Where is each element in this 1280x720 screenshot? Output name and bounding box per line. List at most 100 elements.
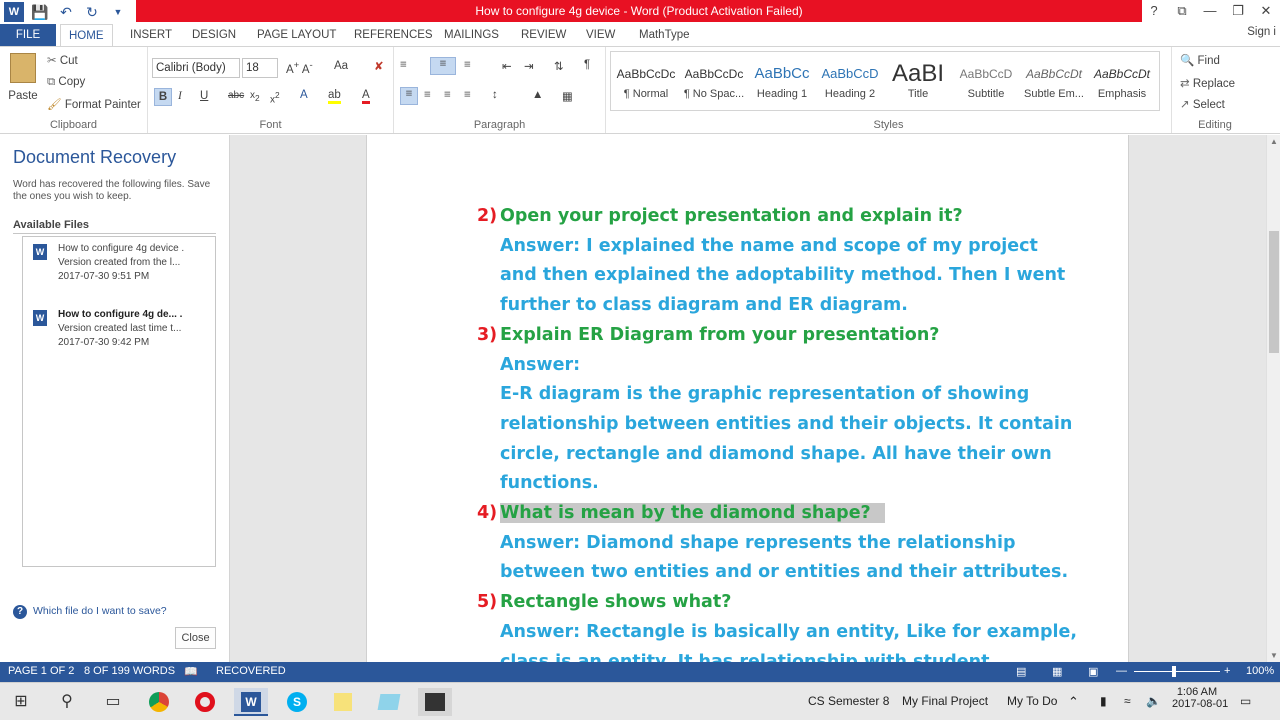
- page-count[interactable]: PAGE 1 OF 2: [8, 665, 74, 677]
- undo-icon[interactable]: ↶: [56, 2, 76, 22]
- replace-button[interactable]: ⇄ Replace: [1180, 76, 1235, 90]
- decrease-indent-icon[interactable]: ⇤: [502, 59, 512, 73]
- highlight-icon[interactable]: ab: [328, 89, 341, 104]
- recovered-file-item[interactable]: W How to configure 4g de... . Version cr…: [31, 307, 211, 357]
- font-color-icon[interactable]: A: [362, 89, 370, 104]
- word-taskbar-icon[interactable]: W: [234, 688, 268, 716]
- restore-button[interactable]: ❐: [1224, 0, 1252, 22]
- recovered-file-item[interactable]: W How to configure 4g device . Version c…: [31, 241, 211, 291]
- increase-indent-icon[interactable]: ⇥: [524, 59, 534, 73]
- app-icon[interactable]: [372, 688, 406, 716]
- toolbar-cs-semester[interactable]: CS Semester 8: [808, 694, 889, 708]
- select-button[interactable]: ↗ Select: [1180, 97, 1225, 111]
- notifications-icon[interactable]: ▭: [1240, 694, 1251, 708]
- scroll-up-icon[interactable]: ▲: [1267, 137, 1280, 146]
- copy-button[interactable]: ⧉ Copy: [47, 76, 85, 89]
- vertical-scrollbar[interactable]: ▲ ▼: [1266, 135, 1280, 662]
- zoom-in-icon[interactable]: +: [1224, 665, 1230, 677]
- tab-file[interactable]: FILE: [0, 24, 56, 46]
- numbering-icon[interactable]: ≡: [430, 57, 456, 75]
- zoom-level[interactable]: 100%: [1246, 665, 1274, 677]
- style-title[interactable]: AaBI Title: [885, 60, 951, 116]
- tab-design[interactable]: DESIGN: [184, 24, 244, 46]
- align-center-icon[interactable]: ≡: [424, 89, 431, 101]
- format-painter-button[interactable]: 🖌 Format Painter: [47, 97, 141, 111]
- justify-icon[interactable]: ≡: [464, 89, 471, 101]
- font-size-select[interactable]: 18: [242, 58, 278, 78]
- tab-view[interactable]: VIEW: [578, 24, 623, 46]
- search-icon[interactable]: ⚲: [50, 688, 84, 716]
- underline-icon[interactable]: U: [200, 90, 208, 102]
- task-view-icon[interactable]: ▭: [96, 688, 130, 716]
- subscript-icon[interactable]: x2: [250, 90, 260, 103]
- close-button[interactable]: ✕: [1252, 0, 1280, 22]
- style-emphasis[interactable]: AaBbCcDt Emphasis: [1089, 60, 1155, 116]
- style-heading-2[interactable]: AaBbCcD Heading 2: [817, 60, 883, 116]
- scroll-thumb[interactable]: [1269, 231, 1279, 353]
- video-editor-icon[interactable]: [418, 688, 452, 716]
- borders-icon[interactable]: ▦: [562, 89, 573, 103]
- bullets-icon[interactable]: ≡: [400, 59, 407, 71]
- redo-icon[interactable]: ↻: [82, 2, 102, 22]
- read-mode-icon[interactable]: ▤: [1016, 665, 1026, 678]
- font-family-select[interactable]: Calibri (Body): [152, 58, 240, 78]
- tab-references[interactable]: REFERENCES: [346, 24, 441, 46]
- find-button[interactable]: 🔍 Find: [1180, 53, 1220, 67]
- tab-insert[interactable]: INSERT: [122, 24, 180, 46]
- zoom-slider-thumb[interactable]: [1172, 666, 1176, 677]
- close-recovery-button[interactable]: Close: [175, 627, 216, 649]
- toolbar-my-final-project[interactable]: My Final Project: [902, 694, 988, 708]
- help-icon[interactable]: ?: [1140, 0, 1168, 22]
- tab-review[interactable]: REVIEW: [513, 24, 574, 46]
- style-no-spacing[interactable]: AaBbCcDc ¶ No Spac...: [681, 60, 747, 116]
- volume-icon[interactable]: 🔈: [1146, 694, 1161, 708]
- paste-button[interactable]: Paste: [6, 53, 40, 102]
- text-effects-icon[interactable]: A: [300, 89, 308, 101]
- cut-button[interactable]: ✂ Cut: [47, 53, 78, 67]
- clock[interactable]: 1:06 AM 2017-08-01: [1172, 686, 1228, 710]
- proofing-icon[interactable]: 📖: [184, 665, 198, 678]
- chrome-icon[interactable]: [142, 688, 176, 716]
- help-link[interactable]: ? Which file do I want to save?: [13, 605, 167, 619]
- opera-icon[interactable]: [188, 688, 222, 716]
- style-normal[interactable]: AaBbCcDc ¶ Normal: [613, 60, 679, 116]
- zoom-slider[interactable]: [1134, 671, 1220, 672]
- style-subtle-emphasis[interactable]: AaBbCcDt Subtle Em...: [1021, 60, 1087, 116]
- sort-icon[interactable]: ⇅: [554, 59, 564, 73]
- clear-formatting-icon[interactable]: ✘: [374, 59, 384, 73]
- bold-icon[interactable]: B: [154, 88, 172, 106]
- toolbar-my-to-do[interactable]: My To Do: [1007, 694, 1057, 708]
- multilevel-list-icon[interactable]: ≡: [464, 59, 471, 71]
- print-layout-icon[interactable]: ▦: [1052, 665, 1062, 678]
- align-left-icon[interactable]: ≡: [400, 87, 418, 105]
- web-layout-icon[interactable]: ▣: [1088, 665, 1098, 678]
- tab-mailings[interactable]: MAILINGS: [436, 24, 507, 46]
- line-spacing-icon[interactable]: ↕: [492, 89, 498, 101]
- skype-icon[interactable]: S: [280, 688, 314, 716]
- sticky-notes-icon[interactable]: [326, 688, 360, 716]
- minimize-button[interactable]: —: [1196, 0, 1224, 22]
- italic-icon[interactable]: I: [178, 90, 182, 102]
- word-count[interactable]: 8 OF 199 WORDS: [84, 665, 175, 677]
- battery-icon[interactable]: ▮: [1100, 694, 1107, 708]
- align-right-icon[interactable]: ≡: [444, 89, 451, 101]
- superscript-icon[interactable]: x2: [270, 90, 280, 105]
- tab-page-layout[interactable]: PAGE LAYOUT: [249, 24, 344, 46]
- save-icon[interactable]: 💾: [30, 2, 50, 22]
- ribbon-display-icon[interactable]: ⧉: [1168, 0, 1196, 22]
- tab-home[interactable]: HOME: [60, 24, 113, 46]
- start-icon[interactable]: ⊞: [4, 688, 38, 716]
- tab-mathtype[interactable]: MathType: [631, 24, 698, 46]
- style-subtitle[interactable]: AaBbCcD Subtitle: [953, 60, 1019, 116]
- scroll-down-icon[interactable]: ▼: [1267, 651, 1280, 660]
- customize-qat-icon[interactable]: ▼: [108, 2, 128, 22]
- wifi-icon[interactable]: ≈: [1124, 694, 1131, 708]
- show-formatting-icon[interactable]: ¶: [584, 59, 590, 71]
- document-page[interactable]: 2) Open your project presentation and exp…: [366, 135, 1129, 662]
- zoom-out-icon[interactable]: —: [1116, 665, 1127, 677]
- shading-icon[interactable]: ▲: [532, 89, 543, 101]
- show-hidden-icons[interactable]: ⌃: [1068, 694, 1079, 710]
- strikethrough-icon[interactable]: abc: [228, 90, 244, 101]
- grow-font-icon[interactable]: A+ A-: [286, 60, 313, 76]
- style-heading-1[interactable]: AaBbCc Heading 1: [749, 60, 815, 116]
